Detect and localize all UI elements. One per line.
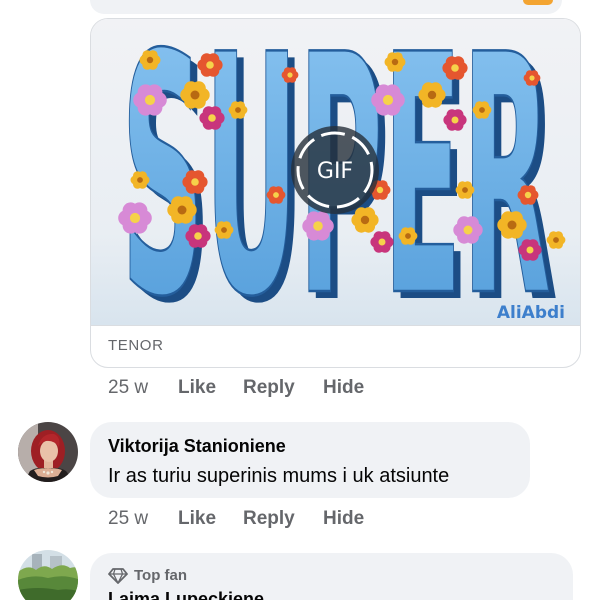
flower [398, 227, 418, 245]
flower-center [526, 246, 534, 254]
hide-button[interactable]: Hide [323, 377, 364, 399]
timestamp-link[interactable]: 25 w [108, 508, 148, 530]
comment-bubble: Top fan Laima Lupeckiene [90, 553, 573, 600]
flower-center [405, 233, 411, 239]
flower [214, 221, 234, 239]
flower-center [221, 227, 227, 233]
flower-center [507, 220, 517, 230]
flower-center [462, 187, 468, 193]
flower-center [137, 177, 143, 183]
comment-actions: 25 w Like Reply Hide [0, 508, 600, 530]
flower-center [191, 178, 199, 186]
flower-center [463, 225, 473, 235]
avatar-necklace [46, 471, 50, 475]
like-button[interactable]: Like [178, 508, 216, 530]
gif-comment-actions: 25 w Like Reply Hide [0, 377, 600, 399]
avatar-necklace [50, 470, 54, 474]
avatar-image [18, 422, 78, 482]
comment-author[interactable]: Viktorija Stanioniene [108, 435, 286, 457]
top-fan-badge: Top fan [108, 567, 308, 585]
flower-center [129, 212, 141, 224]
comment-bubble: Viktorija Stanioniene Ir as turiu superi… [90, 422, 530, 498]
comment-author[interactable]: Laima Lupeckiene [108, 586, 408, 600]
flower-center [235, 107, 241, 113]
gif-attachment[interactable]: SUPER SUPER GIF AliAbdi TENOR [90, 18, 581, 368]
avatar[interactable] [18, 550, 78, 600]
flower-center [529, 75, 535, 81]
flower-center [391, 58, 399, 66]
flower-center [273, 192, 279, 198]
diamond-icon [108, 568, 128, 584]
flower-center [553, 237, 559, 243]
emoji-icon [523, 0, 553, 5]
avatar-necklace [42, 470, 46, 474]
flower-center [194, 232, 202, 240]
flower-center [451, 116, 459, 124]
flower-center [287, 72, 293, 78]
avatar[interactable] [18, 422, 78, 482]
flower-center [524, 191, 532, 199]
flower-center [177, 205, 187, 215]
comment-text: Ir as turiu superinis mums i uk atsiunte [108, 465, 450, 487]
reply-button[interactable]: Reply [243, 508, 295, 530]
flower [455, 181, 475, 199]
flower-center [190, 90, 200, 100]
flower [546, 231, 566, 249]
gif-footer: TENOR [91, 325, 580, 367]
flower-center [144, 94, 156, 106]
gif-image: SUPER SUPER GIF AliAbdi [91, 19, 580, 325]
gif-watermark: AliAbdi [497, 303, 565, 323]
flower [472, 101, 492, 119]
flower-center [376, 186, 384, 194]
like-button[interactable]: Like [178, 377, 216, 399]
flower-center [313, 221, 323, 231]
avatar-face [40, 440, 58, 462]
diamond-icon-outline [108, 568, 128, 584]
timestamp-link[interactable]: 25 w [108, 377, 148, 399]
reply-button[interactable]: Reply [243, 377, 295, 399]
avatar-hedge-shadow [18, 588, 78, 600]
avatar-image [18, 550, 78, 600]
flower [266, 186, 286, 204]
flower-center [208, 114, 216, 122]
flower-center [427, 90, 437, 100]
flower [228, 101, 248, 119]
hide-button[interactable]: Hide [323, 508, 364, 530]
flower-center [206, 61, 214, 69]
flower-center [479, 107, 485, 113]
flower-center [382, 94, 394, 106]
top-fan-label: Top fan [134, 567, 188, 584]
flower-center [451, 64, 459, 72]
previous-comment-bubble [90, 0, 562, 14]
flower-center [360, 215, 370, 225]
gif-provider-label: TENOR [108, 337, 164, 354]
gif-play-badge[interactable]: GIF [291, 126, 379, 214]
gif-badge-label: GIF [317, 159, 353, 184]
flower-center [146, 56, 154, 64]
flower-center [378, 238, 386, 246]
